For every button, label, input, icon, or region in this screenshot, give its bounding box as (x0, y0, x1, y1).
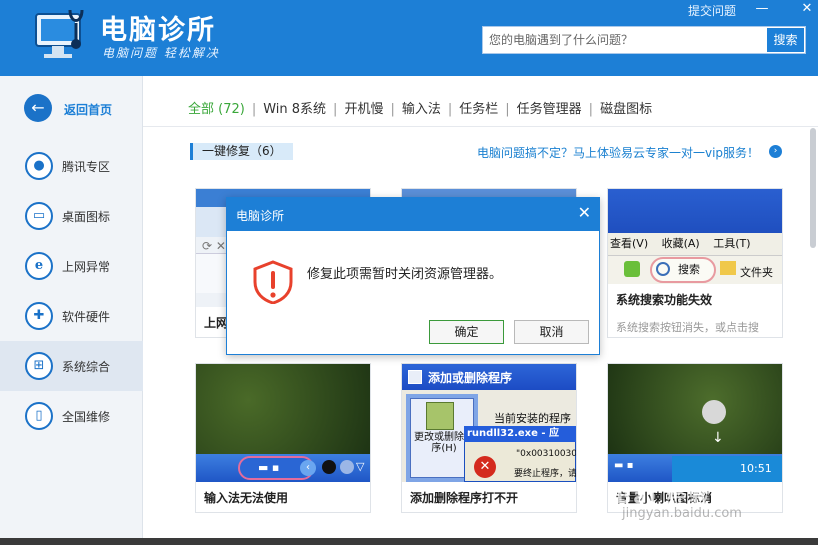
menu-tools: 工具(T) (713, 237, 751, 250)
card-title: 添加删除程序打不开 (410, 491, 519, 505)
tray-clock: 10:51 (740, 462, 772, 475)
ok-button[interactable]: 确定 (429, 320, 504, 344)
search-input[interactable] (483, 27, 763, 53)
tab-separator: | (447, 102, 453, 117)
card-description: 系统搜索按钮消失，或点击搜 (616, 321, 759, 334)
tab-disk-icon[interactable]: 磁盘图标 (600, 98, 652, 117)
error-text: 要终止程序，请 (514, 469, 576, 479)
card-thumbnail: ↓ ▬ ▪ 10:51 (608, 364, 782, 482)
tab-slow-boot[interactable]: 开机慢 (344, 98, 383, 117)
sidebar: ← 返回首页 ● 腾讯专区 ▭ 桌面图标 e 上网异常 ✚ 软件硬件 ⊞ 系统综… (0, 76, 143, 541)
logo-monitor-stethoscope-icon (35, 9, 84, 58)
penguin-icon: ● (25, 152, 53, 180)
watermark-url: jingyan.baidu.com (622, 506, 742, 521)
card-thumbnail: 查看(V) 收藏(A) 工具(T) 搜索 文件夹 (608, 189, 782, 284)
search-toolbar-label: 搜索 (678, 263, 700, 276)
card-thumbnail: 添加或删除程序 更改或删除程序(H) 当前安装的程序 rundll32.exe … (402, 364, 576, 482)
fix-card[interactable]: 添加或删除程序 更改或删除程序(H) 当前安装的程序 rundll32.exe … (401, 363, 577, 513)
sidebar-item-home[interactable]: ← 返回首页 (0, 84, 143, 134)
dialog-titlebar: 电脑诊所 ✕ (227, 198, 599, 231)
warning-shield-icon (253, 260, 293, 304)
section-title: 一键修复（6） (190, 143, 293, 160)
feedback-link[interactable]: 提交问题 (688, 2, 736, 19)
addremove-window-title: 添加或删除程序 (428, 371, 513, 385)
card-title: 上网 (204, 316, 229, 330)
sidebar-item-label: 腾讯专区 (62, 160, 111, 174)
dialog-message: 修复此项需暂时关闭资源管理器。 (307, 267, 503, 282)
sidebar-item-desktop-icons[interactable]: ▭ 桌面图标 (0, 191, 143, 241)
sidebar-item-software-hardware[interactable]: ✚ 软件硬件 (0, 291, 143, 341)
fix-card[interactable]: ▬ ▪ ‹ ▽ 输入法无法使用 (195, 363, 371, 513)
cross-icon: ✚ (25, 302, 53, 330)
tab-win8[interactable]: Win 8系统 (263, 98, 326, 117)
search-box: 搜索 (482, 26, 806, 54)
monitor-icon: ▭ (25, 202, 53, 230)
category-tabs: 全部 (72) | Win 8系统 | 开机慢 | 输入法 | 任务栏 | 任务管理器 | 磁盘图标 (188, 98, 652, 117)
confirm-dialog: 电脑诊所 ✕ 修复此项需暂时关闭资源管理器。 确定 取消 (226, 197, 600, 355)
tab-taskbar[interactable]: 任务栏 (459, 98, 498, 117)
tab-separator: | (251, 102, 257, 117)
card-title: 系统搜索功能失效 (616, 293, 713, 307)
fix-card[interactable]: 查看(V) 收藏(A) 工具(T) 搜索 文件夹 系统搜索功能失效 系统搜索按钮… (607, 188, 783, 338)
sidebar-item-label: 上网异常 (62, 260, 111, 274)
tab-input-method[interactable]: 输入法 (402, 98, 441, 117)
installed-programs-label: 当前安装的程序 (494, 412, 571, 425)
app-title: 电脑诊所 (100, 15, 216, 46)
vip-promo-link[interactable]: 电脑问题搞不定？马上体验易云专家一对一vip服务！ (477, 144, 759, 161)
watermark-text: Bai 经验 (616, 484, 711, 508)
sidebar-item-label: 返回首页 (64, 103, 113, 117)
tab-separator: | (505, 102, 510, 117)
sidebar-item-label: 全国维修 (62, 410, 111, 424)
chevron-right-icon[interactable]: › (769, 145, 782, 158)
sidebar-item-label: 系统综合 (62, 360, 111, 374)
sidebar-item-network[interactable]: e 上网异常 (0, 241, 143, 291)
folder-toolbar-label: 文件夹 (740, 266, 773, 279)
app-header: 电脑诊所 电脑问题 轻松解决 提交问题 — ✕ 搜索 (0, 0, 818, 76)
app-slogan: 电脑问题 轻松解决 (102, 46, 220, 60)
windows-icon: ⊞ (25, 352, 53, 380)
back-arrow-icon: ← (24, 94, 52, 122)
search-button[interactable]: 搜索 (767, 28, 804, 52)
sidebar-item-label: 桌面图标 (62, 210, 111, 224)
bottom-bar (0, 538, 818, 545)
tab-separator: | (588, 102, 594, 117)
phone-icon: ▯ (25, 402, 53, 430)
close-window-button[interactable]: ✕ (796, 0, 818, 18)
error-dialog-title: rundll32.exe - 应 (464, 426, 576, 442)
close-icon[interactable]: ✕ (578, 205, 591, 221)
divider (143, 126, 818, 127)
tab-separator: | (333, 102, 338, 117)
minimize-button[interactable]: — (751, 0, 773, 18)
card-title: 输入法无法使用 (204, 491, 289, 505)
sidebar-item-label: 软件硬件 (62, 310, 111, 324)
tab-all[interactable]: 全部 (72) (188, 98, 245, 117)
error-code: "0x00310030" (516, 449, 576, 459)
cancel-button[interactable]: 取消 (514, 320, 589, 344)
menu-view: 查看(V) (610, 237, 649, 250)
sidebar-item-tencent[interactable]: ● 腾讯专区 (0, 141, 143, 191)
ie-icon: e (25, 252, 53, 280)
card-thumbnail: ▬ ▪ ‹ ▽ (196, 364, 370, 482)
menu-favorites: 收藏(A) (661, 237, 700, 250)
scrollbar-thumb[interactable] (810, 128, 816, 248)
sidebar-item-repair[interactable]: ▯ 全国维修 (0, 391, 143, 441)
tab-separator: | (390, 102, 395, 117)
tab-task-manager[interactable]: 任务管理器 (517, 98, 582, 117)
dialog-title: 电脑诊所 (236, 209, 285, 223)
sidebar-item-system[interactable]: ⊞ 系统综合 (0, 341, 143, 391)
